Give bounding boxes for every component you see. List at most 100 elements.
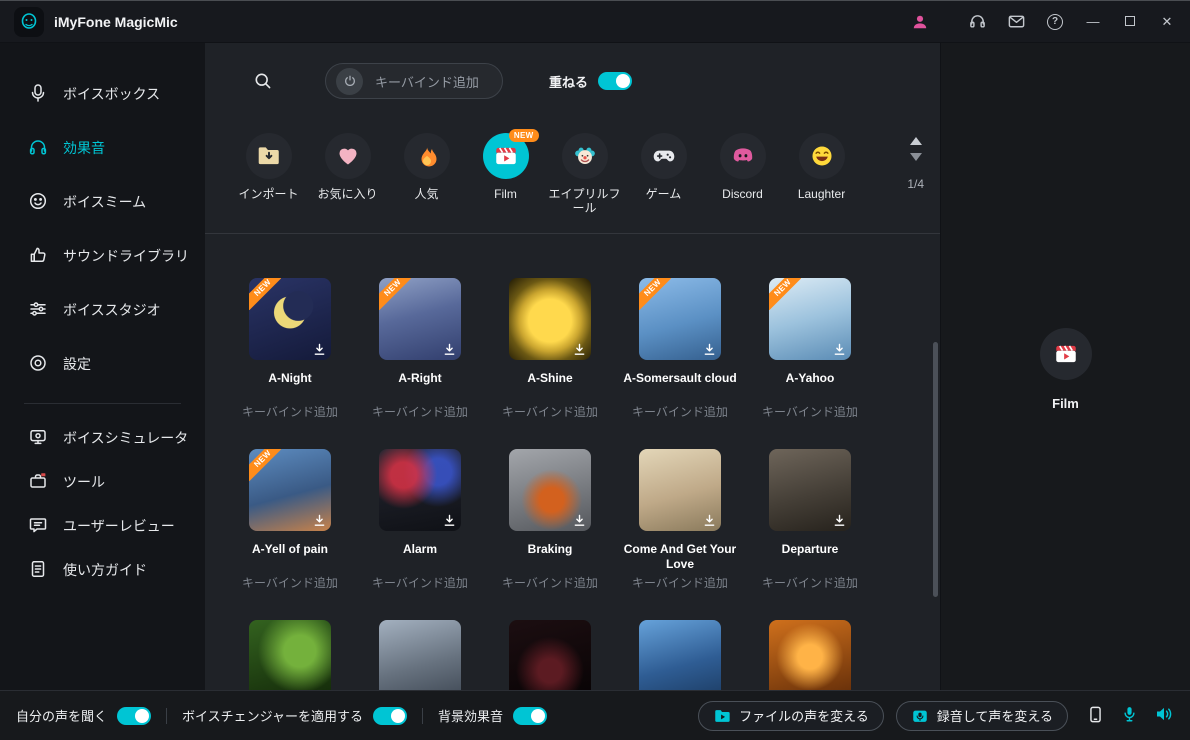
sidebar-divider [24, 403, 181, 404]
download-icon[interactable] [703, 514, 716, 527]
page-indicator: 1/4 [907, 177, 924, 191]
download-icon[interactable] [833, 514, 846, 527]
download-icon[interactable] [573, 514, 586, 527]
sidebar-item-label: ツール [63, 472, 105, 492]
mail-icon[interactable] [1006, 12, 1026, 32]
card-name: Departure [782, 542, 839, 572]
card-thumb[interactable] [379, 620, 461, 690]
card-thumb[interactable]: NEW [249, 449, 331, 531]
effect-card: Departure キーバインド追加 [745, 449, 875, 591]
selected-effect-icon[interactable] [1040, 328, 1092, 380]
maximize-button[interactable] [1121, 14, 1139, 29]
scrollbar-thumb[interactable] [933, 342, 938, 597]
category-laughter[interactable]: Laughter [782, 133, 861, 217]
effect-card: Braking キーバインド追加 [485, 449, 615, 591]
hear-myself-toggle[interactable] [117, 707, 151, 725]
fire-icon [404, 133, 450, 179]
card-keybind-button[interactable]: キーバインド追加 [632, 403, 728, 420]
keybind-add-button[interactable]: キーバインド追加 [325, 63, 503, 99]
category-popular[interactable]: 人気 [387, 133, 466, 217]
speaker-icon[interactable] [1154, 704, 1174, 727]
card-keybind-button[interactable]: キーバインド追加 [632, 574, 728, 591]
sidebar-item-guide[interactable]: 使い方ガイド [0, 548, 205, 592]
category-discord[interactable]: Discord [703, 133, 782, 217]
voice-simulator-icon [28, 427, 48, 450]
card-thumb[interactable] [379, 449, 461, 531]
separator [166, 708, 167, 724]
category-favorites[interactable]: お気に入り [308, 133, 387, 217]
account-icon[interactable] [910, 12, 930, 32]
page-down-icon[interactable] [910, 153, 922, 161]
card-keybind-button[interactable]: キーバインド追加 [762, 403, 858, 420]
card-thumb[interactable] [639, 620, 721, 690]
card-keybind-button[interactable]: キーバインド追加 [372, 574, 468, 591]
phone-icon[interactable] [1086, 705, 1105, 727]
category-label: ゲーム [646, 187, 682, 217]
card-keybind-button[interactable]: キーバインド追加 [242, 403, 338, 420]
effect-card [225, 620, 355, 690]
overlay-toggle[interactable] [598, 72, 632, 90]
card-thumb[interactable] [249, 620, 331, 690]
download-icon[interactable] [573, 343, 586, 356]
card-keybind-button[interactable]: キーバインド追加 [372, 403, 468, 420]
headset-icon[interactable] [967, 12, 987, 32]
effects-grid: NEW A-Night キーバインド追加 NEW A-Right キーバインド追… [205, 234, 940, 690]
card-thumb[interactable] [509, 620, 591, 690]
sidebar-item-voice-simulator[interactable]: ボイスシミュレータ [0, 416, 205, 460]
category-import[interactable]: インポート [229, 133, 308, 217]
record-and-change-button[interactable]: 録音して声を変える [896, 701, 1068, 731]
download-icon[interactable] [833, 343, 846, 356]
download-icon[interactable] [443, 343, 456, 356]
card-thumb[interactable] [769, 449, 851, 531]
download-icon[interactable] [313, 343, 326, 356]
sidebar-item-user-reviews[interactable]: ユーザーレビュー [0, 504, 205, 548]
background-effects-toggle[interactable] [513, 707, 547, 725]
download-icon[interactable] [313, 514, 326, 527]
help-icon[interactable]: ? [1045, 12, 1065, 32]
card-keybind-button[interactable]: キーバインド追加 [502, 403, 598, 420]
effect-card: NEW A-Night キーバインド追加 [225, 278, 355, 420]
laughing-face-icon [799, 133, 845, 179]
sidebar-item-label: ボイススタジオ [63, 300, 161, 320]
sidebar-item-tools[interactable]: ツール [0, 460, 205, 504]
card-keybind-button[interactable]: キーバインド追加 [762, 574, 858, 591]
card-thumb[interactable] [639, 449, 721, 531]
category-april-fool[interactable]: エイプリルフール [545, 133, 624, 217]
equalizer-sliders-icon [28, 299, 48, 322]
card-thumb[interactable]: NEW [379, 278, 461, 360]
sidebar-item-voice-studio[interactable]: ボイススタジオ [0, 283, 205, 337]
category-film[interactable]: NEW Film [466, 133, 545, 217]
sidebar: ボイスボックス 効果音 ボイスミーム サウンドライブラリ ボイススタジオ 設定 [0, 43, 205, 690]
record-and-change-label: 録音して声を変える [937, 706, 1053, 725]
card-thumb[interactable]: NEW [769, 278, 851, 360]
card-thumb[interactable]: NEW [639, 278, 721, 360]
card-keybind-button[interactable]: キーバインド追加 [242, 574, 338, 591]
card-thumb[interactable]: NEW [249, 278, 331, 360]
microphone-icon[interactable] [1120, 705, 1139, 727]
titlebar-actions: ? — ✕ [910, 12, 1176, 32]
sidebar-item-sound-effects[interactable]: 効果音 [0, 121, 205, 175]
category-game[interactable]: ゲーム [624, 133, 703, 217]
card-keybind-button[interactable]: キーバインド追加 [502, 574, 598, 591]
change-file-voice-button[interactable]: ファイルの声を変える [698, 701, 884, 731]
card-thumb[interactable] [769, 620, 851, 690]
sidebar-item-settings[interactable]: 設定 [0, 337, 205, 391]
card-thumb[interactable] [509, 278, 591, 360]
download-icon[interactable] [703, 343, 716, 356]
effect-card [615, 620, 745, 690]
clapperboard-icon [1053, 341, 1079, 367]
page-up-icon[interactable] [910, 137, 922, 145]
download-icon[interactable] [443, 514, 456, 527]
scrollbar-track [932, 234, 939, 690]
sidebar-item-voice-meme[interactable]: ボイスミーム [0, 175, 205, 229]
minimize-button[interactable]: — [1084, 14, 1102, 29]
hear-myself-group: 自分の声を聞く [16, 706, 151, 725]
card-thumb[interactable] [509, 449, 591, 531]
sidebar-item-sound-library[interactable]: サウンドライブラリ [0, 229, 205, 283]
sidebar-item-voicebox[interactable]: ボイスボックス [0, 67, 205, 121]
close-button[interactable]: ✕ [1158, 14, 1176, 30]
change-file-voice-label: ファイルの声を変える [739, 706, 869, 725]
search-icon[interactable] [253, 71, 273, 91]
card-name: Alarm [403, 542, 437, 572]
apply-voice-changer-toggle[interactable] [373, 707, 407, 725]
